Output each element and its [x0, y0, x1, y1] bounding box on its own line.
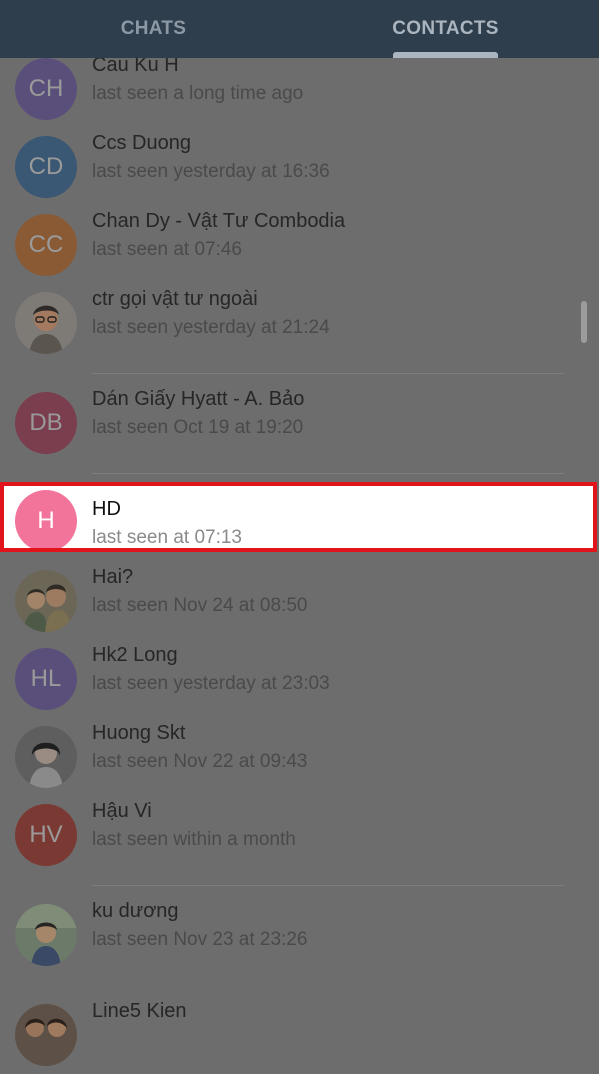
contact-status: last seen within a month: [92, 829, 296, 850]
tab-indicator: [393, 52, 498, 58]
contact-row[interactable]: HV Hậu Vi last seen within a month: [0, 796, 599, 874]
contact-name: Hậu Vi: [92, 800, 152, 822]
avatar: CH: [15, 58, 77, 120]
avatar: CC: [15, 214, 77, 276]
contact-row[interactable]: Huong Skt last seen Nov 22 at 09:43: [0, 718, 599, 796]
contact-status: last seen a long time ago: [92, 83, 304, 104]
contact-name: Huong Skt: [92, 722, 186, 744]
contact-status: last seen yesterday at 23:03: [92, 673, 330, 694]
scrollbar[interactable]: [581, 301, 587, 343]
contact-row[interactable]: HL Hk2 Long last seen yesterday at 23:03: [0, 640, 599, 718]
photo-avatar-icon: [15, 292, 77, 354]
divider: [92, 473, 564, 474]
contact-name: Hai?: [92, 566, 134, 588]
contact-name: ctr gọi vật tư ngoài: [92, 288, 258, 310]
contact-name: Line5 Kien: [92, 1000, 187, 1022]
contact-row[interactable]: CC Chan Dy - Vật Tư Combodia last seen a…: [0, 206, 599, 284]
contact-status: last seen Nov 23 at 23:26: [92, 929, 308, 950]
avatar: DB: [15, 392, 77, 454]
photo-avatar-icon: [15, 726, 77, 788]
tab-chats[interactable]: CHATS: [0, 0, 307, 58]
contact-row[interactable]: CD Ccs Duong last seen yesterday at 16:3…: [0, 128, 599, 206]
divider: [92, 885, 564, 886]
contact-name: Hk2 Long: [92, 644, 178, 666]
contact-status: last seen Nov 24 at 08:50: [92, 595, 308, 616]
contact-status: last seen yesterday at 21:24: [92, 317, 330, 338]
contact-row[interactable]: ku dương last seen Nov 23 at 23:26: [0, 896, 599, 974]
avatar: HV: [15, 804, 77, 866]
contact-status: last seen yesterday at 16:36: [92, 161, 330, 182]
contact-status: last seen at 07:13: [92, 527, 242, 548]
contact-status: last seen Oct 19 at 19:20: [92, 417, 304, 438]
contact-name: Dán Giấy Hyatt - A. Bảo: [92, 388, 305, 410]
photo-avatar-icon: [15, 1004, 77, 1066]
contact-name: Chan Dy - Vật Tư Combodia: [92, 210, 346, 232]
photo-avatar-icon: [15, 570, 77, 632]
contact-row[interactable]: Line5 Kien: [0, 996, 599, 1074]
tab-bar: CHATS CONTACTS: [0, 0, 599, 58]
tab-contacts[interactable]: CONTACTS: [292, 0, 599, 58]
contact-row[interactable]: ctr gọi vật tư ngoài last seen yesterday…: [0, 284, 599, 362]
contact-name: Ccs Duong: [92, 132, 191, 154]
photo-avatar-icon: [15, 904, 77, 966]
divider: [92, 373, 564, 374]
avatar: H: [15, 490, 77, 552]
contact-status: last seen at 07:46: [92, 239, 242, 260]
avatar: CD: [15, 136, 77, 198]
contact-row[interactable]: DB Dán Giấy Hyatt - A. Bảo last seen Oct…: [0, 384, 599, 462]
selected-contact-row[interactable]: H HD last seen at 07:13: [0, 482, 597, 552]
contact-name: HD: [92, 498, 121, 520]
contact-status: last seen Nov 22 at 09:43: [92, 751, 308, 772]
contact-row[interactable]: Hai? last seen Nov 24 at 08:50: [0, 562, 599, 640]
contact-name: ku dương: [92, 900, 179, 922]
avatar: HL: [15, 648, 77, 710]
contact-row[interactable]: CH Cau Ku H last seen a long time ago: [0, 50, 599, 128]
